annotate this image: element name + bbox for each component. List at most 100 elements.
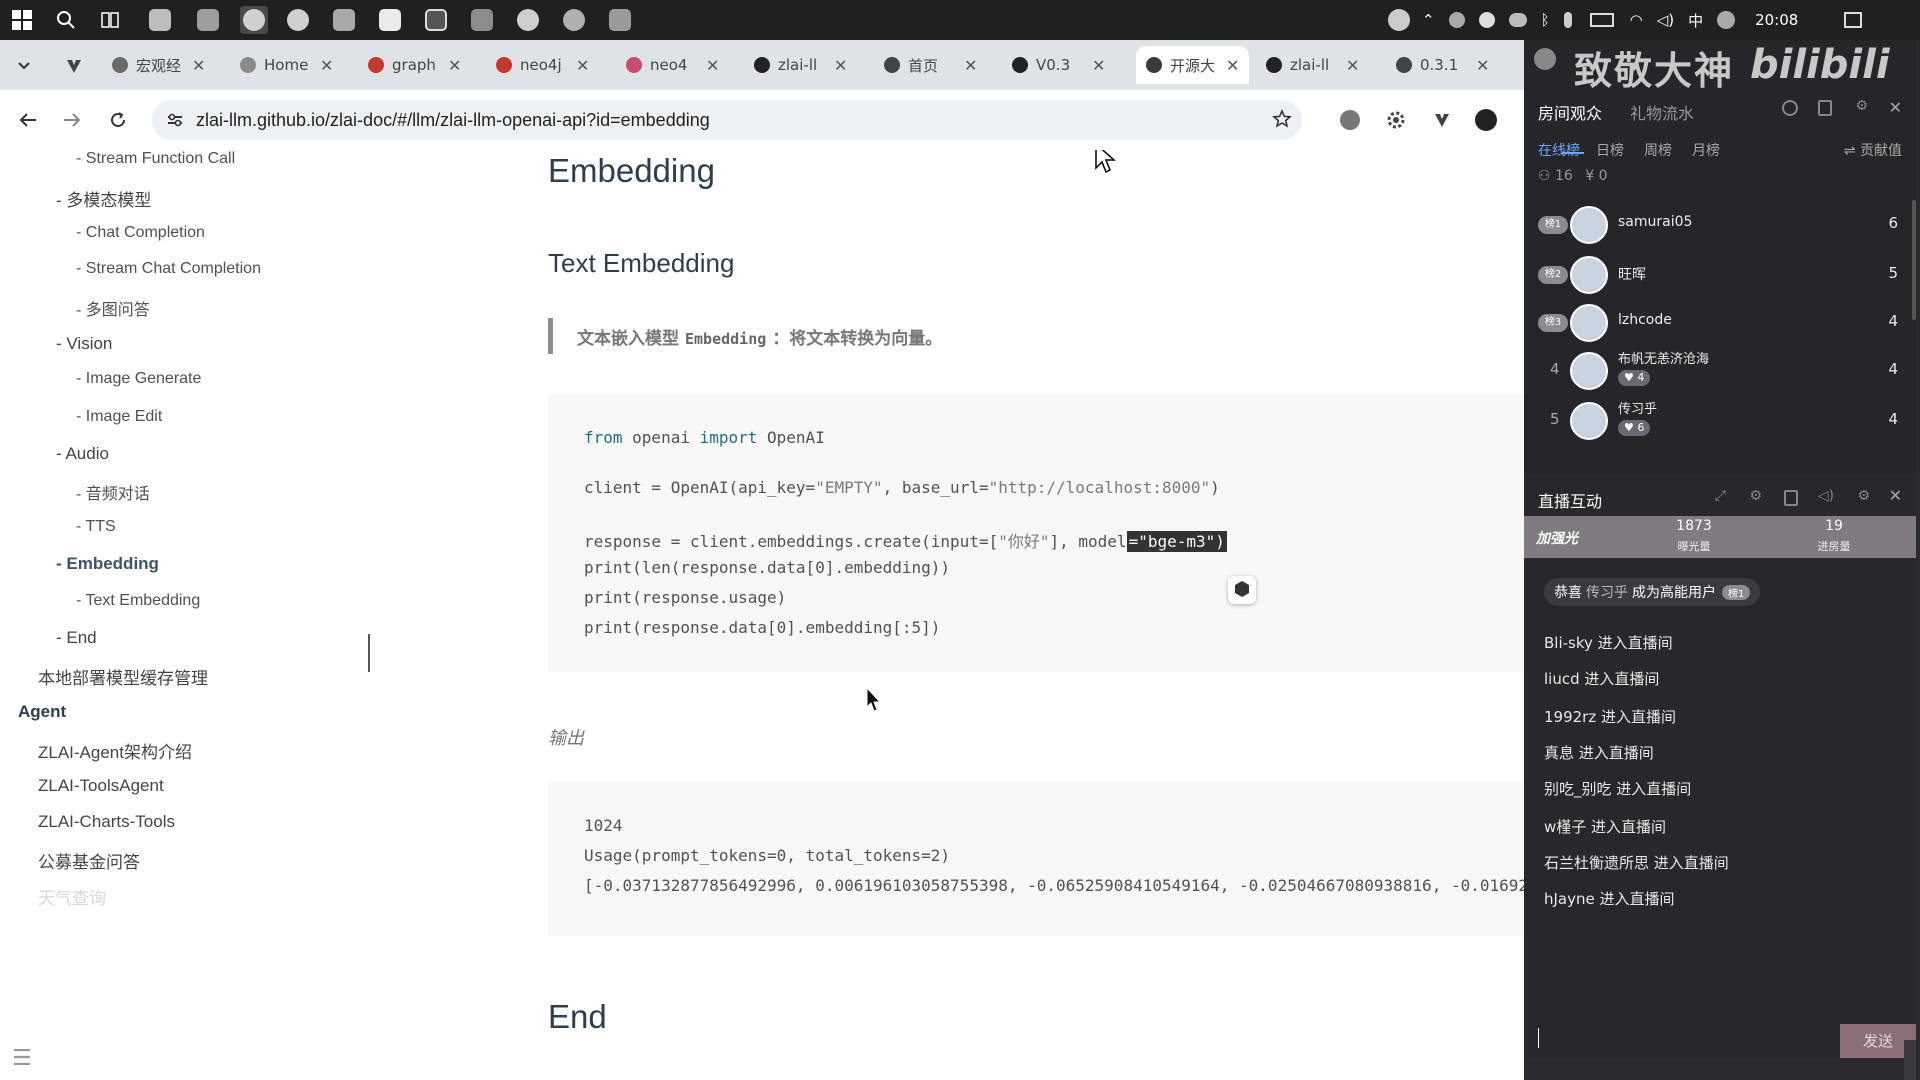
volume-icon[interactable]: ◁): [1818, 488, 1834, 504]
search-icon[interactable]: [52, 6, 80, 34]
expand-icon[interactable]: ⤢: [1715, 488, 1726, 504]
viewer-name[interactable]: 传习乎: [1618, 398, 1657, 417]
file-explorer-icon[interactable]: [146, 6, 174, 34]
tab-close-icon[interactable]: ✕: [192, 56, 205, 75]
pycharm-icon[interactable]: [422, 6, 450, 34]
tab-gifts[interactable]: 礼物流水: [1630, 100, 1694, 124]
battery-icon[interactable]: [1589, 13, 1614, 27]
vivaldi-app-icon[interactable]: [376, 6, 404, 34]
sidebar-item[interactable]: - Stream Function Call: [76, 150, 235, 168]
wifi-icon[interactable]: ◠: [1630, 11, 1643, 29]
sidebar-item[interactable]: - TTS: [76, 518, 116, 536]
rank-tab-week[interactable]: 周榜: [1644, 140, 1672, 160]
clock[interactable]: 20:08: [1755, 11, 1798, 29]
sidebar-item[interactable]: 天气查询: [38, 884, 106, 909]
sidebar-item[interactable]: - 多模态模型: [56, 186, 151, 211]
ime-icon[interactable]: [1717, 11, 1736, 29]
sidebar-item[interactable]: - Image Generate: [76, 370, 201, 388]
browser-tab[interactable]: neo4j ✕: [496, 46, 589, 84]
tab-close-icon[interactable]: ✕: [1226, 56, 1239, 75]
avatar[interactable]: [1570, 304, 1608, 342]
rank-tab-online[interactable]: 在线榜: [1538, 140, 1580, 160]
rank-tab-month[interactable]: 月榜: [1692, 140, 1720, 160]
panel-scrollbar[interactable]: [1904, 1040, 1916, 1080]
rank-tab-day[interactable]: 日榜: [1596, 140, 1624, 160]
forward-arrow-icon[interactable]: [58, 106, 86, 134]
viewer-row[interactable]: 榜1 samurai05 6: [1524, 200, 1916, 248]
sidebar-item[interactable]: ZLAI-Agent架构介绍: [38, 738, 192, 763]
promotion-banner[interactable]: 加强光 1873 曝光量 19 进房量: [1524, 516, 1916, 558]
tab-close-icon[interactable]: ✕: [576, 56, 589, 75]
avatar[interactable]: [1570, 402, 1608, 440]
app-icon-5[interactable]: [330, 6, 358, 34]
tray-icon-1[interactable]: [1448, 12, 1465, 28]
viewer-scrollbar[interactable]: [1912, 200, 1916, 320]
sidebar-item[interactable]: - Stream Chat Completion: [76, 260, 261, 278]
app-icon-8[interactable]: [468, 6, 496, 34]
output-block[interactable]: 1024 Usage(prompt_tokens=0, total_tokens…: [548, 782, 1524, 936]
sidebar-item[interactable]: 公募基金问答: [38, 848, 140, 873]
tray-icon-2[interactable]: [1478, 12, 1495, 28]
viewer-row[interactable]: 榜3 lzhcode 4: [1524, 298, 1916, 346]
sidebar-item[interactable]: 本地部署模型缓存管理: [38, 664, 208, 689]
avatar[interactable]: [1570, 352, 1608, 390]
sidebar-item[interactable]: - Audio: [56, 444, 109, 464]
tab-audience[interactable]: 房间观众: [1538, 100, 1602, 124]
sidebar-item[interactable]: - 音频对话: [76, 480, 150, 504]
sidebar-item[interactable]: - Chat Completion: [76, 224, 205, 242]
volume-icon[interactable]: ◁): [1657, 11, 1674, 29]
sidebar-item[interactable]: - Embedding: [56, 554, 159, 574]
tab-search-chevron-icon[interactable]: [10, 52, 38, 80]
sidebar-item[interactable]: Agent: [18, 702, 66, 722]
tab-close-icon[interactable]: ✕: [964, 56, 977, 75]
chrome-icon[interactable]: [514, 6, 542, 34]
sidebar-toggle-icon[interactable]: ☰: [12, 1046, 32, 1071]
back-arrow-icon[interactable]: [14, 106, 42, 134]
tab-close-icon[interactable]: ✕: [1476, 56, 1489, 75]
browser-tab[interactable]: 开源大 ✕: [1136, 46, 1250, 84]
congrats-user[interactable]: 传习乎: [1586, 582, 1628, 602]
task-view-icon[interactable]: [96, 6, 124, 34]
settings-icon[interactable]: ⚙: [1857, 488, 1870, 504]
url-text[interactable]: zlai-llm.github.io/zlai-doc/#/llm/zlai-l…: [196, 110, 710, 131]
sidebar-item[interactable]: - Image Edit: [76, 408, 162, 426]
input-language[interactable]: 中: [1688, 10, 1703, 31]
browser-tab[interactable]: neo4 ✕: [626, 46, 719, 84]
browser-tab[interactable]: zlai-ll ✕: [1266, 46, 1359, 84]
selected-text[interactable]: ="bge-m3"): [1126, 531, 1227, 552]
copy-code-icon[interactable]: [1228, 576, 1256, 604]
contribution-toggle[interactable]: ⇌ 贡献值: [1844, 140, 1902, 160]
browser-tab[interactable]: 0.3.1 ✕: [1396, 46, 1489, 84]
settings-icon[interactable]: ⚙: [1855, 98, 1868, 114]
terminal-app-icon[interactable]: [194, 6, 222, 34]
windows-start-icon[interactable]: [8, 6, 36, 34]
lock-icon[interactable]: [1784, 490, 1798, 506]
reload-icon[interactable]: [104, 106, 132, 134]
sidebar-item[interactable]: ZLAI-ToolsAgent: [38, 776, 164, 796]
microphone-icon[interactable]: [1563, 12, 1572, 28]
filter-icon[interactable]: ⚙: [1749, 488, 1762, 504]
sidebar-item[interactable]: - Text Embedding: [76, 592, 200, 610]
bookmark-star-icon[interactable]: [1272, 109, 1292, 129]
tab-close-icon[interactable]: ✕: [1346, 56, 1359, 75]
browser-tab[interactable]: graph ✕: [368, 46, 461, 84]
viewer-row[interactable]: 4 布帆无恙济沧海 ♥ 44: [1524, 346, 1916, 394]
tab-close-icon[interactable]: ✕: [1092, 56, 1105, 75]
avatar[interactable]: [1570, 256, 1608, 294]
extension-gear-icon[interactable]: [1382, 106, 1410, 134]
browser-tab[interactable]: 首页 ✕: [884, 46, 977, 84]
close-icon[interactable]: ✕: [1889, 98, 1902, 117]
browser-app-icon[interactable]: [240, 6, 268, 34]
browser-tab[interactable]: 宏观经 ✕: [112, 46, 205, 84]
browser-tab[interactable]: zlai-ll ✕: [754, 46, 847, 84]
tray-app-icon[interactable]: [1388, 9, 1410, 31]
pinned-tab-icon[interactable]: [60, 52, 88, 80]
code-block[interactable]: from openai import OpenAI client = OpenA…: [548, 394, 1524, 672]
browser-tab[interactable]: V0.3 ✕: [1012, 46, 1105, 84]
sidebar-item[interactable]: ZLAI-Charts-Tools: [38, 812, 175, 832]
viewer-name[interactable]: 布帆无恙济沧海: [1618, 348, 1709, 367]
viewer-row[interactable]: 榜2 旺晖 5: [1524, 250, 1916, 298]
close-icon[interactable]: ✕: [1889, 486, 1902, 505]
notification-icon[interactable]: [1844, 12, 1863, 28]
sidebar-item[interactable]: - Vision: [56, 334, 112, 354]
